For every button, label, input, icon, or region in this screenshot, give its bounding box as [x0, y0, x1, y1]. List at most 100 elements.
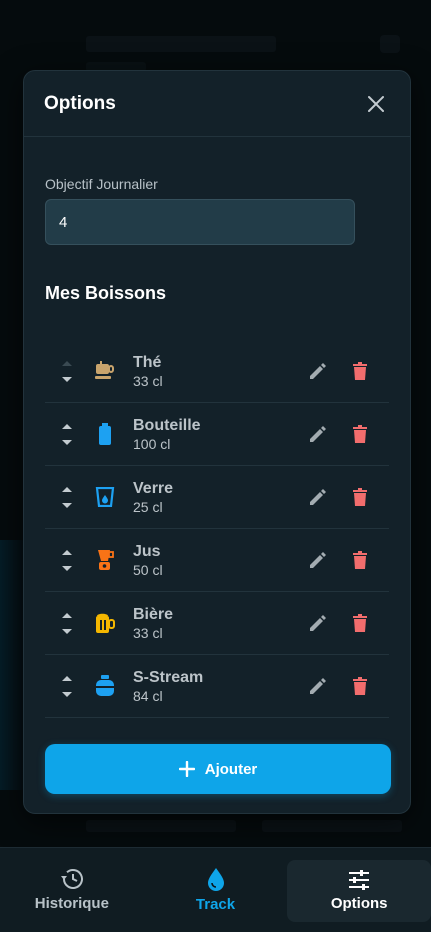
reorder-controls: [45, 674, 89, 698]
caret-down-icon: [62, 628, 72, 634]
trash-icon: [353, 614, 367, 632]
delete-button[interactable]: [349, 486, 371, 508]
pencil-icon: [310, 363, 326, 379]
drink-volume: 25 cl: [133, 498, 163, 515]
edit-button[interactable]: [307, 549, 329, 571]
delete-button[interactable]: [349, 360, 371, 382]
row-actions: [307, 675, 371, 697]
trash-icon: [353, 362, 367, 380]
move-up-button[interactable]: [60, 548, 74, 556]
row-actions: [307, 486, 371, 508]
drink-info: Jus 50 cl: [133, 542, 307, 579]
edit-button[interactable]: [307, 360, 329, 382]
nav-track-label: Track: [195, 896, 236, 913]
caret-up-icon: [62, 360, 72, 366]
bottle-icon: [93, 422, 117, 446]
delete-button[interactable]: [349, 675, 371, 697]
blender-icon: [93, 548, 117, 572]
drink-name: Bouteille: [133, 416, 201, 434]
caret-up-icon: [62, 675, 72, 681]
water-drop-icon: [207, 868, 224, 891]
list-item: Jus 50 cl: [45, 529, 389, 592]
nav-track[interactable]: Track: [144, 848, 288, 932]
move-up-button[interactable]: [60, 359, 74, 367]
close-button[interactable]: [362, 90, 390, 118]
beer-mug-icon: [93, 611, 117, 635]
flask-icon: [93, 674, 117, 698]
drinks-section-title: Mes Boissons: [45, 283, 167, 303]
caret-down-icon: [62, 502, 72, 508]
edit-button[interactable]: [307, 486, 329, 508]
move-up-button[interactable]: [60, 422, 74, 430]
edit-button[interactable]: [307, 675, 329, 697]
drink-list: Thé 33 cl Bouteille 100 cl Verre 25 cl J…: [45, 340, 389, 718]
caret-down-icon: [62, 691, 72, 697]
trash-icon: [353, 551, 367, 569]
reorder-controls: [45, 359, 89, 383]
app-root: Options Objectif Journalier Mes Boissons: [0, 0, 431, 932]
add-drink-label: Ajouter: [204, 760, 258, 778]
trash-icon: [353, 425, 367, 443]
nav-history[interactable]: Historique: [0, 848, 144, 932]
move-up-button[interactable]: [60, 611, 74, 619]
move-down-button[interactable]: [60, 690, 74, 698]
drink-name: Verre: [133, 479, 174, 497]
close-icon: [368, 95, 384, 112]
list-item: Thé 33 cl: [45, 340, 389, 403]
modal-body: Objectif Journalier Mes Boissons: [24, 176, 410, 718]
edit-button[interactable]: [307, 423, 329, 445]
nav-options[interactable]: Options: [287, 860, 431, 922]
history-icon: [60, 869, 83, 889]
drink-info: Bière 33 cl: [133, 605, 307, 642]
move-down-button[interactable]: [60, 375, 74, 383]
drink-name: Bière: [133, 605, 174, 623]
move-down-button[interactable]: [60, 627, 74, 635]
trash-icon: [353, 677, 367, 695]
drink-volume: 84 cl: [133, 687, 163, 704]
move-up-button[interactable]: [60, 674, 74, 682]
move-down-button[interactable]: [60, 564, 74, 572]
pencil-icon: [310, 426, 326, 442]
nav-history-label: Historique: [34, 895, 109, 912]
drink-info: S-Stream 84 cl: [133, 668, 307, 705]
caret-up-icon: [62, 549, 72, 555]
edit-button[interactable]: [307, 612, 329, 634]
move-down-button[interactable]: [60, 438, 74, 446]
trash-icon: [353, 488, 367, 506]
caret-up-icon: [62, 486, 72, 492]
drink-volume: 50 cl: [133, 561, 163, 578]
move-down-button[interactable]: [60, 501, 74, 509]
delete-button[interactable]: [349, 423, 371, 445]
plus-icon: [178, 761, 195, 777]
pencil-icon: [310, 552, 326, 568]
bottom-nav: Historique Track Options: [0, 847, 431, 932]
caret-down-icon: [62, 439, 72, 445]
row-actions: [307, 612, 371, 634]
sliders-icon: [349, 870, 370, 890]
caret-up-icon: [62, 612, 72, 618]
tea-cup-icon: [93, 359, 117, 383]
daily-goal-input[interactable]: [45, 199, 355, 245]
drink-volume: 100 cl: [133, 435, 171, 452]
list-item: Bouteille 100 cl: [45, 403, 389, 466]
reorder-controls: [45, 422, 89, 446]
reorder-controls: [45, 611, 89, 635]
pencil-icon: [310, 615, 326, 631]
drink-volume: 33 cl: [133, 624, 163, 641]
delete-button[interactable]: [349, 612, 371, 634]
pencil-icon: [310, 489, 326, 505]
caret-down-icon: [62, 376, 72, 382]
add-drink-button[interactable]: Ajouter: [45, 744, 391, 794]
drink-volume: 33 cl: [133, 372, 163, 389]
delete-button[interactable]: [349, 549, 371, 571]
list-item: Bière 33 cl: [45, 592, 389, 655]
move-up-button[interactable]: [60, 485, 74, 493]
drink-name: S-Stream: [133, 668, 204, 686]
nav-options-label: Options: [330, 895, 388, 912]
drink-name: Jus: [133, 542, 161, 560]
drink-info: Bouteille 100 cl: [133, 416, 307, 453]
reorder-controls: [45, 548, 89, 572]
modal-title: Options: [44, 92, 116, 114]
modal-header: Options: [24, 71, 410, 137]
daily-goal-label: Objectif Journalier: [45, 176, 158, 192]
